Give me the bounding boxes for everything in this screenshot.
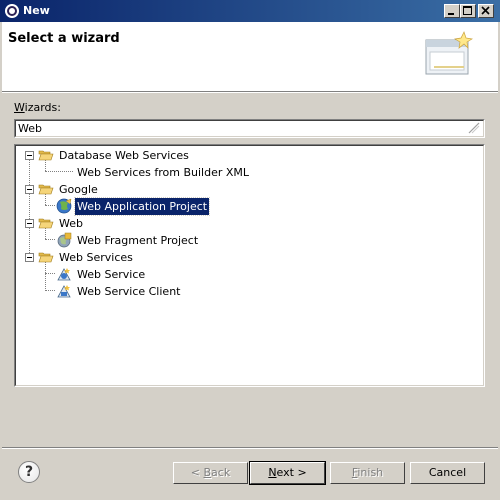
wizard-header: Select a wizard xyxy=(2,22,498,92)
tree-item-web-service-client[interactable]: Web Service Client xyxy=(15,283,475,300)
eclipse-app-icon[interactable] xyxy=(4,3,20,19)
collapse-toggle[interactable] xyxy=(25,253,34,262)
close-button[interactable] xyxy=(478,4,494,18)
finish-button[interactable]: Finish xyxy=(330,462,405,484)
help-button[interactable]: ? xyxy=(18,461,40,483)
collapse-toggle[interactable] xyxy=(25,151,34,160)
back-button[interactable]: < Back xyxy=(173,462,248,484)
tree-item-label: Web Service Client xyxy=(77,285,181,298)
web-application-project-icon xyxy=(56,198,72,214)
tree-item-label: Google xyxy=(59,183,98,196)
filter-value: Web xyxy=(18,122,42,135)
web-service-client-icon xyxy=(57,285,71,298)
folder-open-icon xyxy=(38,150,54,161)
wizard-filter-input[interactable]: Web xyxy=(14,119,485,138)
maximize-button[interactable] xyxy=(460,4,476,18)
folder-open-icon xyxy=(38,184,54,195)
window-title: New xyxy=(23,4,50,17)
tree-item-label: Web Fragment Project xyxy=(77,234,199,247)
tree-item-label: Database Web Services xyxy=(59,149,189,162)
wizard-banner-icon xyxy=(425,31,473,75)
tree-item-label: Web xyxy=(59,217,83,230)
folder-open-icon xyxy=(38,252,54,263)
web-service-icon xyxy=(57,268,71,281)
wizards-label-text: izards: xyxy=(24,101,61,114)
cancel-button-label: Cancel xyxy=(428,466,467,479)
web-fragment-project-icon xyxy=(57,232,72,248)
wizards-label: Wizards: xyxy=(14,101,61,114)
tree-item-web-service[interactable]: Web Service xyxy=(15,266,475,283)
tree-item-label: Web Application Project xyxy=(73,197,211,216)
next-button-mnemonic: N xyxy=(268,466,277,479)
tree-item-web-fragment-project[interactable]: Web Fragment Project xyxy=(15,232,475,249)
minimize-icon xyxy=(448,13,454,15)
tree-item-label: Web Services from Builder XML xyxy=(77,166,250,179)
tree-item-web[interactable]: Web xyxy=(15,215,475,232)
tree-item-label: Web Services xyxy=(59,251,133,264)
wizards-label-mnemonic: W xyxy=(14,101,25,114)
header-separator xyxy=(2,92,498,93)
maximize-icon xyxy=(463,6,472,15)
collapse-toggle[interactable] xyxy=(25,185,34,194)
next-button-label: ext > xyxy=(276,466,307,479)
back-button-label: ack xyxy=(211,466,231,479)
minimize-button[interactable] xyxy=(444,4,460,18)
collapse-toggle[interactable] xyxy=(25,219,34,228)
tree-item-web-services[interactable]: Web Services xyxy=(15,249,475,266)
tree-item-database-web-services[interactable]: Database Web Services xyxy=(15,147,475,164)
finish-button-label: inish xyxy=(357,466,384,479)
button-bar-separator xyxy=(2,447,498,449)
close-icon xyxy=(481,6,490,15)
help-icon: ? xyxy=(24,464,34,480)
clear-filter-icon[interactable] xyxy=(467,122,481,134)
tree-item-web-application-project[interactable]: Web Application Project xyxy=(15,197,475,216)
tree-item-label: Web Service xyxy=(77,268,146,281)
back-button-mnemonic: B xyxy=(203,466,212,479)
page-title: Select a wizard xyxy=(8,31,120,46)
tree-item-google[interactable]: Google xyxy=(15,181,475,198)
wizard-tree[interactable]: Database Web Services Web Services from … xyxy=(14,144,485,387)
title-bar: New xyxy=(0,0,500,22)
tree-item-web-services-from-builder-xml[interactable]: Web Services from Builder XML xyxy=(15,164,475,181)
next-button[interactable]: Next > xyxy=(249,461,326,485)
back-button-prefix: < xyxy=(190,466,204,479)
folder-open-icon xyxy=(38,218,54,229)
cancel-button[interactable]: Cancel xyxy=(410,462,485,484)
